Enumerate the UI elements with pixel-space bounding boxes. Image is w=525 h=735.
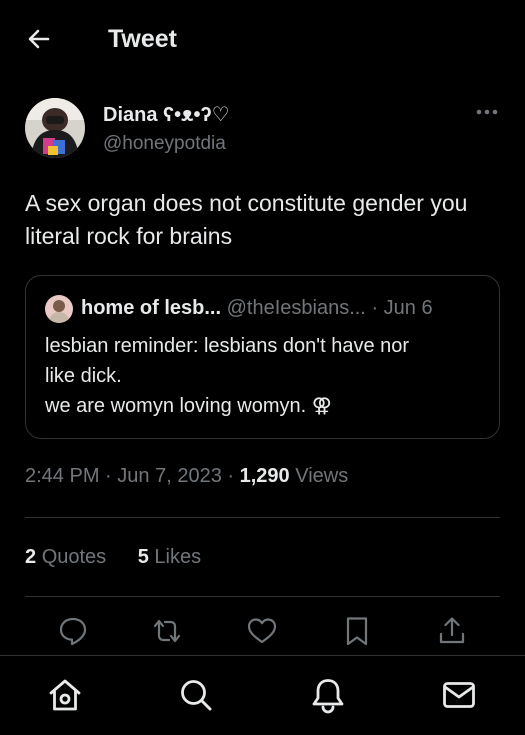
back-arrow-icon[interactable] [24, 24, 54, 54]
messages-icon[interactable] [440, 676, 478, 714]
tweet-meta: 2:44 PM · Jun 7, 2023 · 1,290 Views [25, 465, 348, 488]
tweet-date[interactable]: Jun 7, 2023 [117, 465, 222, 487]
quote-author-handle: @theIesbians... [226, 297, 366, 319]
quote-header: home of lesb... @theIesbians... · Jun 6 [81, 297, 433, 320]
like-icon[interactable] [245, 614, 279, 648]
notifications-icon[interactable] [309, 676, 347, 714]
share-icon[interactable] [435, 614, 469, 648]
divider [25, 596, 500, 597]
more-options-icon[interactable] [474, 102, 500, 122]
likes-count: 5 [137, 546, 149, 568]
search-icon[interactable] [177, 676, 215, 714]
bookmark-icon[interactable] [340, 614, 374, 648]
quote-separator: · [371, 297, 379, 319]
quotes-stat[interactable]: 2 Quotes [25, 546, 106, 568]
quotes-label: Quotes [41, 546, 107, 568]
bottom-navigation [0, 656, 525, 735]
retweet-icon[interactable] [150, 614, 184, 648]
meta-separator: · [227, 465, 235, 487]
page-title: Tweet [108, 25, 177, 53]
views-label: Views [295, 465, 349, 487]
tweet-author: Diana ʕ•ᴥ•ʔ♡ @honeypotdia [0, 96, 525, 166]
author-handle[interactable]: @honeypotdia [103, 133, 226, 155]
quote-date: Jun 6 [383, 297, 433, 319]
quote-line: we are womyn loving womyn. ⚢ [45, 395, 332, 417]
avatar[interactable] [25, 98, 85, 158]
engagement-stats: 2 Quotes 5 Likes [25, 546, 201, 569]
quoted-tweet[interactable]: home of lesb... @theIesbians... · Jun 6 … [25, 275, 500, 439]
views-count: 1,290 [239, 465, 290, 487]
header: Tweet [0, 0, 525, 80]
reply-icon[interactable] [56, 614, 90, 648]
quote-line: lesbian reminder: lesbians don't have no… [45, 335, 410, 357]
divider [25, 517, 500, 518]
likes-label: Likes [154, 546, 202, 568]
quote-line: like dick. [45, 365, 122, 387]
quote-avatar [45, 295, 73, 323]
tweet-text: A sex organ does not constitute gender y… [25, 190, 468, 249]
author-name[interactable]: Diana ʕ•ᴥ•ʔ♡ [103, 102, 230, 127]
tweet-time[interactable]: 2:44 PM [25, 465, 99, 487]
quote-text: lesbian reminder: lesbians don't have no… [45, 331, 485, 421]
action-bar [0, 614, 525, 650]
quotes-count: 2 [25, 546, 37, 568]
likes-stat[interactable]: 5 Likes [138, 546, 201, 568]
home-icon[interactable] [46, 676, 84, 714]
quote-author-name: home of lesb... [81, 297, 222, 319]
meta-separator: · [105, 465, 112, 487]
